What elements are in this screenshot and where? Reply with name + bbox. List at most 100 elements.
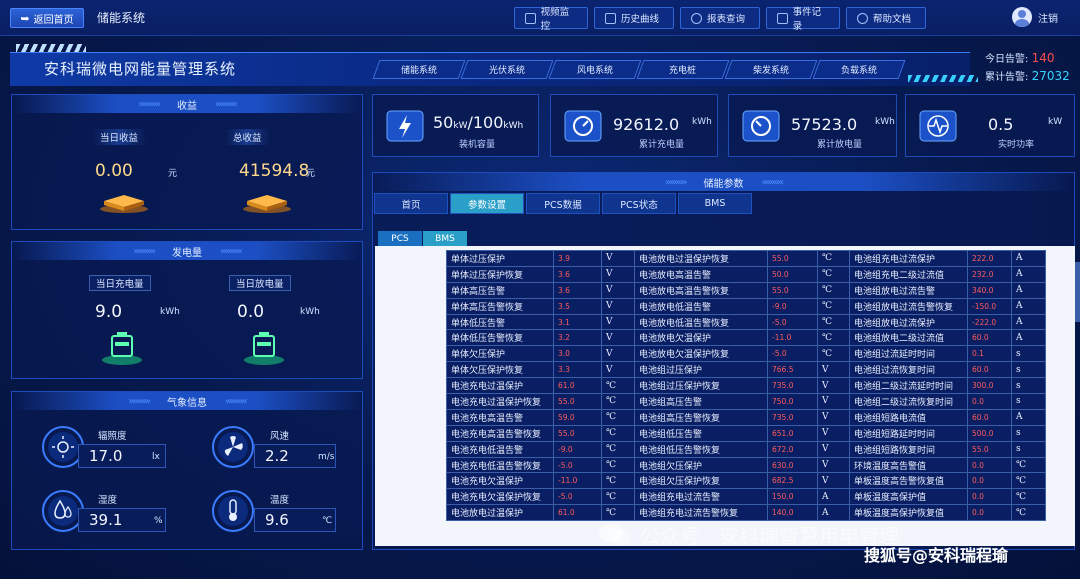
param-name: 单体低压告警 [446,313,554,331]
wind-speed-unit: m/s [318,452,335,462]
param-unit: A [1011,329,1046,347]
chart-icon [605,12,616,24]
subtab-pcs[interactable]: PCS [378,231,422,246]
humidity-unit: % [154,516,163,526]
params-subtabs: PCS BMS [378,231,467,246]
param-value: 766.5 [767,361,818,379]
param-unit: ℃ [601,440,635,458]
tab-charger[interactable]: 充电桩 [636,60,730,79]
tab-pv[interactable]: 光伏系统 [460,60,554,79]
back-arrow-icon: ➥ [20,11,30,25]
alarm-total-label: 累计告警: [985,72,1029,83]
help-doc-button[interactable]: 帮助文档 [846,7,926,29]
subtab-bms[interactable]: BMS [423,231,467,246]
param-unit: V [817,440,850,458]
param-unit: V [601,297,635,315]
param-unit: ℃ [817,329,850,347]
param-name: 电池组放电过流告警 [849,281,968,299]
total-charge-unit: kWh [692,117,712,127]
total-charge-value: 92612.0 [613,115,680,134]
param-name: 电池放电低温告警恢复 [634,313,768,331]
report-query-button[interactable]: 报表查询 [680,7,760,29]
tab-storage[interactable]: 储能系统 [372,60,466,79]
realtime-power-unit: kW [1048,117,1063,127]
tab-wind-label: 风电系统 [576,66,613,76]
table-row: 单体高压告警 3.6 V 电池放电高温告警恢复 55.0 ℃ 电池组放电过流告警 340.0 A [446,281,1046,299]
wind-speed-label: 风速 [270,431,290,442]
video-icon [525,12,536,24]
history-curve-button[interactable]: 历史曲线 [594,7,674,29]
param-unit: V [817,472,850,490]
lightning-icon [386,110,424,142]
param-value: 55.0 [553,424,602,442]
param-value: 651.0 [767,424,818,442]
alarm-today-label: 今日告警: [985,54,1029,65]
tab-diesel[interactable]: 柴发系统 [724,60,818,79]
param-value: -222.0 [967,313,1012,331]
avatar[interactable] [1012,7,1032,27]
capacity-total: /100 [467,113,504,132]
tab-load[interactable]: 负载系统 [812,60,906,79]
param-unit: V [601,313,635,331]
params-tabs: 首页 参数设置 PCS数据 PCS状态 BMS [374,193,752,214]
event-record-button[interactable]: 事件记录 [766,7,840,32]
param-value: 55.0 [553,393,602,410]
tab-pcs-data[interactable]: PCS数据 [526,193,600,214]
param-value: 340.0 [967,281,1012,299]
param-unit: ℃ [601,377,635,395]
param-value: 50.0 [767,265,818,283]
param-name: 电池组放电过流保护 [849,313,968,331]
param-value: 3.6 [553,265,602,283]
scrollbar[interactable] [1075,262,1080,322]
param-name: 电池充电欠温保护 [446,472,554,490]
video-monitor-button[interactable]: 视频监控 [514,7,588,32]
param-name: 电池组放电过流告警恢复 [849,297,968,315]
total-income-label: 总收益 [225,129,270,145]
user-area[interactable]: 注销 [1012,7,1058,27]
param-name: 电池组低压告警 [634,424,768,442]
tab-charger-label: 充电桩 [669,66,697,76]
tab-wind[interactable]: 风电系统 [548,60,642,79]
table-row: 电池充电低温告警恢复 -5.0 ℃ 电池组欠压保护 630.0 V 环境温度高告警值 0.0 ℃ [446,456,1046,474]
total-discharge-card: 57523.0 kWh 累计放电量 [728,94,897,157]
tab-bms[interactable]: BMS [678,193,752,214]
capacity-value: 50kW/100kWh [433,113,523,132]
param-value: -5.0 [553,488,602,506]
system-name: 储能系统 [97,11,146,25]
param-name: 单板温度高告警恢复值 [849,472,968,490]
param-name: 电池组放电二级过流值 [849,329,968,347]
total-discharge-label: 累计放电量 [817,140,863,150]
param-value: 3.6 [553,281,602,299]
total-discharge-unit: kWh [875,117,895,127]
tab-pcs-status[interactable]: PCS状态 [602,193,676,214]
logout-label[interactable]: 注销 [1038,10,1058,25]
param-unit: A [817,504,850,522]
total-discharge-value: 57523.0 [791,115,858,134]
param-unit: ℃ [817,297,850,315]
param-unit: V [601,361,635,379]
irradiance-unit: lx [152,452,160,462]
chevron-right-icon: »»»»» [133,245,156,257]
gold-pedestal-icon [100,195,148,213]
param-name: 电池组充电过流告警恢复 [634,504,768,522]
generation-panel: »»»»» 发电量 ««««« 当日充电量 当日放电量 9.0 kWh 0.0 kW… [11,241,363,379]
tab-home[interactable]: 首页 [374,193,448,214]
param-name: 电池充电低温告警 [446,440,554,458]
back-home-button[interactable]: ➥ 返回首页 [10,8,84,28]
humidity-label: 湿度 [98,495,118,506]
table-row: 电池放电过温保护 61.0 ℃ 电池组充电过流告警恢复 140.0 A 单板温度高保护恢复值… [446,504,1046,522]
document-icon [777,12,788,24]
param-unit: ℃ [601,393,635,410]
param-value: 3.2 [553,329,602,347]
params-title: 储能参数 [703,178,744,190]
daily-charge-value: 9.0 [95,302,123,322]
param-unit: s [1011,393,1046,410]
capacity-number: 50 [433,113,454,132]
param-value: 0.0 [967,504,1012,522]
param-value: 0.1 [967,345,1012,363]
param-name: 电池充电高温告警 [446,408,554,426]
param-value: 3.5 [553,297,602,315]
table-row: 电池充电高温告警 59.0 ℃ 电池组高压告警恢复 735.0 V 电池组短路电流值 60.0… [446,408,1046,426]
tab-param-settings[interactable]: 参数设置 [450,193,524,214]
report-query-label: 报表查询 [707,14,746,25]
